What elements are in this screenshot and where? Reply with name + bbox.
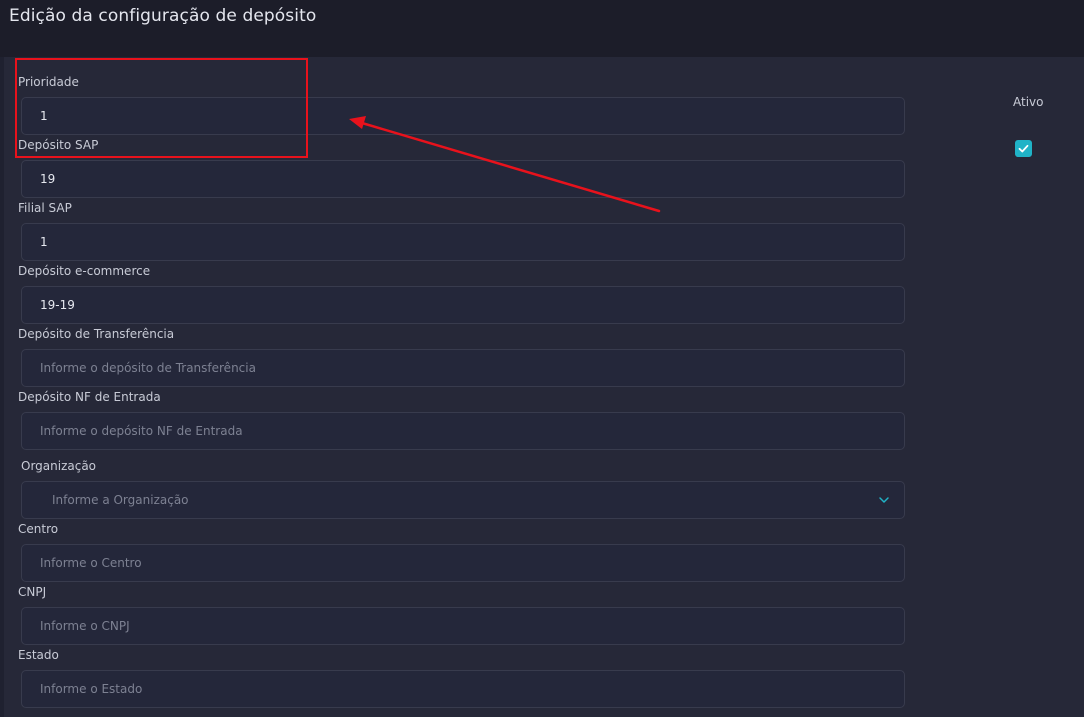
deposito-sap-input[interactable]: 19 [21,160,905,198]
cnpj-label: CNPJ [18,585,47,599]
centro-label: Centro [18,522,59,536]
cnpj-input[interactable]: Informe o CNPJ [21,607,905,645]
chevron-down-icon[interactable] [878,494,890,506]
centro-input[interactable]: Informe o Centro [21,544,905,582]
ativo-label: Ativo [1013,95,1044,109]
organizacao-label: Organização [21,459,97,473]
cnpj-placeholder: Informe o CNPJ [40,619,130,633]
filial-sap-value: 1 [40,235,48,249]
filial-sap-label: Filial SAP [18,201,72,215]
filial-sap-input[interactable]: 1 [21,223,905,261]
deposito-ecommerce-label: Depósito e-commerce [18,264,151,278]
prioridade-label: Prioridade [18,75,79,89]
deposito-transferencia-placeholder: Informe o depósito de Transferência [40,361,256,375]
page-header: Edição da configuração de depósito [0,0,1084,57]
prioridade-value: 1 [40,109,48,123]
deposito-transferencia-label: Depósito de Transferência [18,327,175,341]
deposito-ecommerce-input[interactable]: 19-19 [21,286,905,324]
centro-placeholder: Informe o Centro [40,556,142,570]
deposito-sap-label: Depósito SAP [18,138,99,152]
check-icon [1018,144,1029,153]
prioridade-input[interactable]: 1 [21,97,905,135]
estado-input[interactable]: Informe o Estado [21,670,905,708]
organizacao-select[interactable]: Informe a Organização [21,481,905,519]
deposito-sap-value: 19 [40,172,56,186]
deposito-nf-entrada-placeholder: Informe o depósito NF de Entrada [40,424,243,438]
deposito-transferencia-input[interactable]: Informe o depósito de Transferência [21,349,905,387]
deposito-ecommerce-value: 19-19 [40,298,75,312]
estado-label: Estado [18,648,59,662]
organizacao-placeholder: Informe a Organização [52,493,189,507]
deposito-nf-entrada-input[interactable]: Informe o depósito NF de Entrada [21,412,905,450]
page-title: Edição da configuração de depósito [9,6,317,26]
deposito-nf-entrada-label: Depósito NF de Entrada [18,390,161,404]
estado-placeholder: Informe o Estado [40,682,143,696]
ativo-checkbox[interactable] [1015,140,1032,157]
